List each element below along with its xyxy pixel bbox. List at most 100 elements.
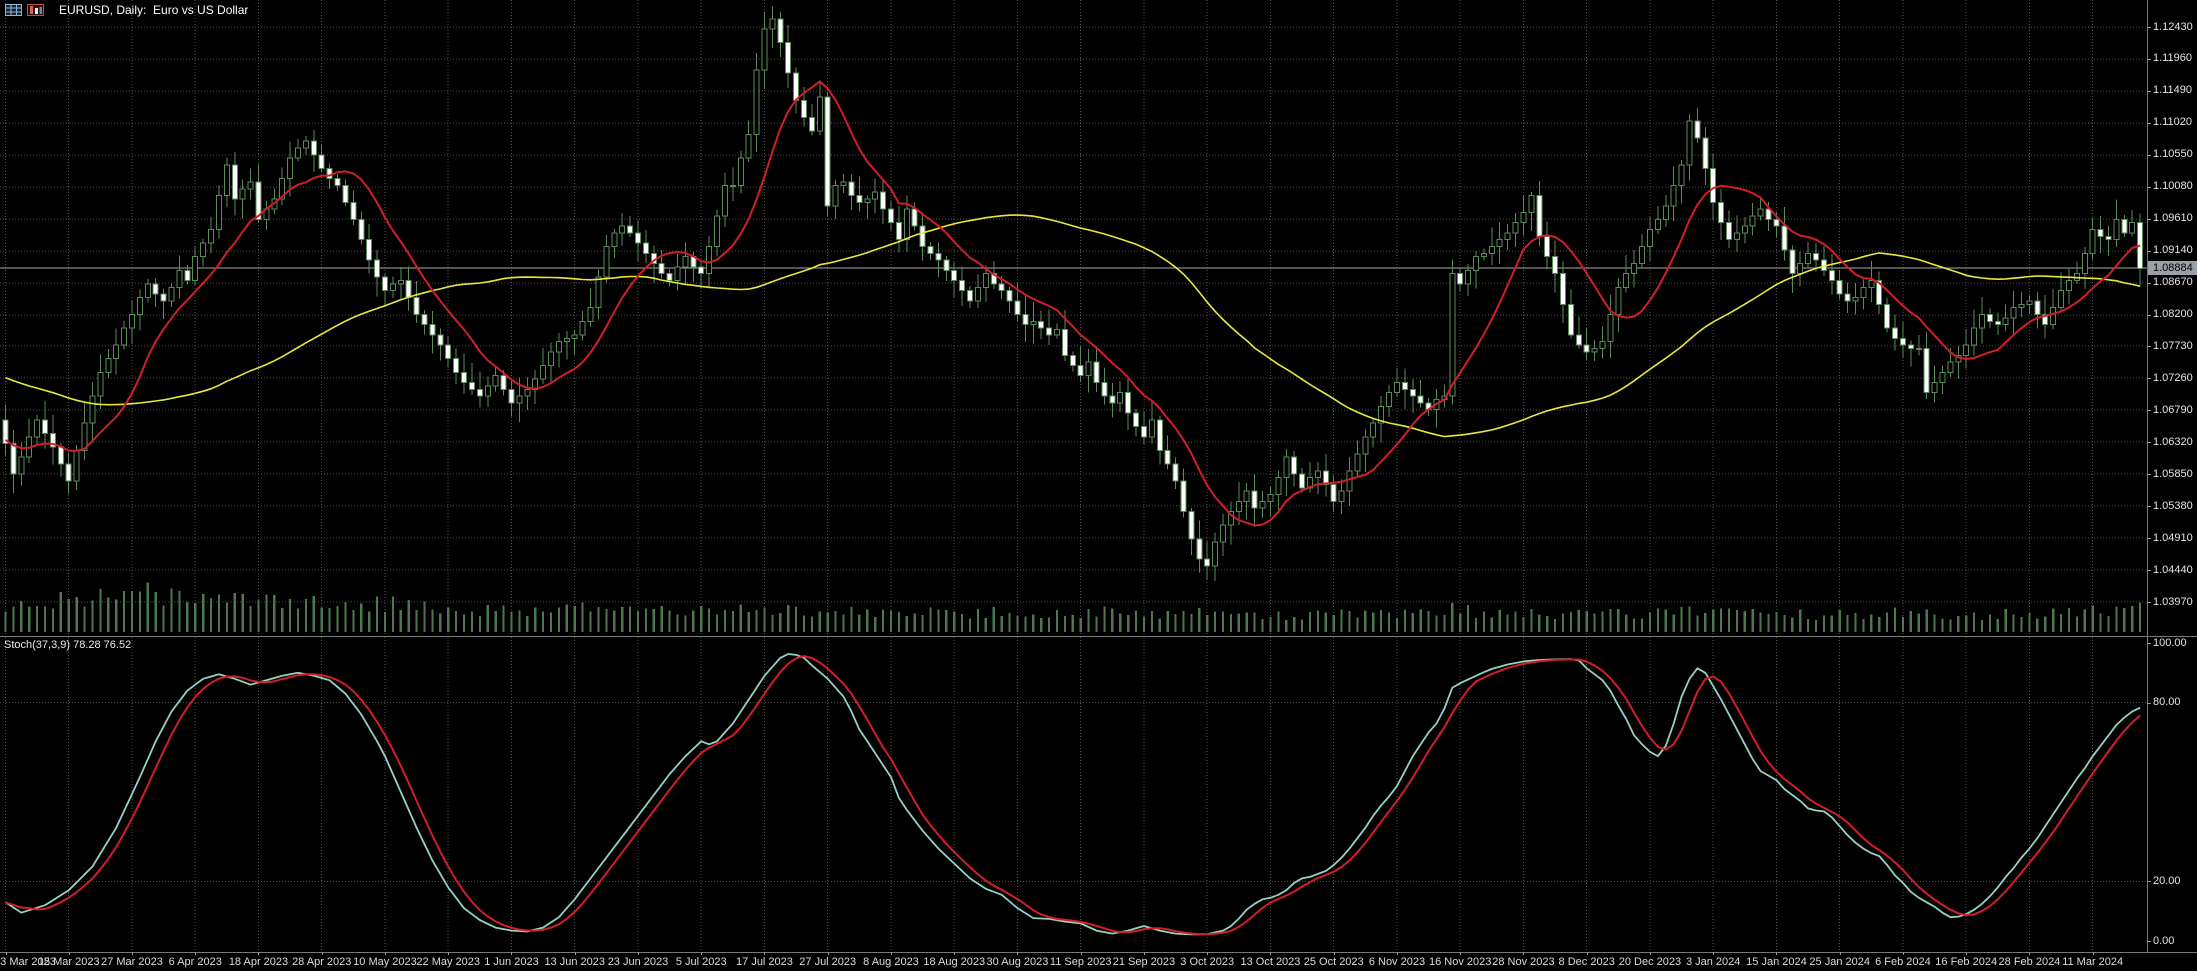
date-label: 8 Dec 2023 bbox=[1558, 956, 1615, 968]
date-label: 28 Nov 2023 bbox=[1492, 956, 1555, 968]
price-axis-label: 1.11960 bbox=[2153, 52, 2192, 65]
price-axis-tick bbox=[2147, 570, 2151, 572]
price-axis-label: 1.12430 bbox=[2153, 20, 2193, 33]
candlestick-chart-icon[interactable] bbox=[27, 4, 44, 16]
price-axis-label: 1.10550 bbox=[2153, 148, 2193, 161]
date-tick bbox=[1270, 952, 1272, 955]
stoch-axis-label: 100.00 bbox=[2153, 636, 2187, 649]
date-tick bbox=[1586, 952, 1588, 955]
date-label: 16 Nov 2023 bbox=[1429, 956, 1492, 968]
date-label: 23 Jun 2023 bbox=[607, 956, 669, 968]
price-axis-line bbox=[2147, 0, 2148, 952]
stoch-axis-tick bbox=[2147, 643, 2151, 644]
stoch-axis-tick bbox=[2147, 941, 2151, 942]
date-label: 6 Apr 2023 bbox=[168, 956, 222, 968]
price-axis-label: 1.06790 bbox=[2153, 403, 2193, 416]
stoch-axis-tick bbox=[2147, 702, 2151, 704]
date-label: 15 Mar 2023 bbox=[37, 956, 100, 968]
date-tick bbox=[637, 952, 639, 955]
date-tick bbox=[448, 952, 450, 955]
chart-window: EURUSD, Daily: Euro vs US Dollar Stoch(3… bbox=[0, 0, 2197, 971]
stoch-axis-tick bbox=[2147, 881, 2151, 883]
price-axis-tick bbox=[2147, 186, 2151, 188]
date-tick bbox=[764, 952, 766, 955]
price-axis-label: 1.06320 bbox=[2153, 435, 2193, 448]
price-axis-tick bbox=[2147, 474, 2151, 476]
date-tick bbox=[1649, 952, 1651, 955]
price-axis-label: 1.04440 bbox=[2153, 563, 2193, 576]
date-tick bbox=[131, 952, 133, 955]
date-tick bbox=[1207, 952, 1209, 955]
price-axis-tick bbox=[2147, 282, 2151, 284]
price-axis-tick bbox=[2147, 506, 2151, 508]
price-axis-tick bbox=[2147, 378, 2151, 380]
date-label: 17 Jul 2023 bbox=[736, 956, 793, 968]
stochastic-label: Stoch(37,3,9) 78.28 76.52 bbox=[4, 639, 132, 651]
date-tick bbox=[511, 952, 513, 955]
date-tick bbox=[1460, 952, 1462, 955]
date-label: 5 Jul 2023 bbox=[675, 956, 727, 968]
date-label: 18 Apr 2023 bbox=[228, 956, 289, 968]
date-label: 25 Oct 2023 bbox=[1303, 956, 1364, 968]
date-label: 3 Oct 2023 bbox=[1180, 956, 1235, 968]
price-axis-label: 1.09610 bbox=[2153, 212, 2193, 225]
date-label: 20 Dec 2023 bbox=[1618, 956, 1682, 968]
date-label: 18 Aug 2023 bbox=[923, 956, 986, 968]
date-label: 27 Mar 2023 bbox=[101, 956, 163, 968]
date-tick bbox=[1080, 952, 1082, 955]
date-label: 27 Jul 2023 bbox=[799, 956, 857, 968]
date-label: 11 Sep 2023 bbox=[1049, 956, 1112, 968]
time-axis-line bbox=[0, 952, 2197, 953]
date-tick bbox=[1713, 952, 1715, 955]
chart-title: EURUSD, Daily: Euro vs US Dollar bbox=[59, 3, 249, 17]
date-label: 28 Apr 2023 bbox=[292, 956, 352, 968]
price-axis-label: 1.03970 bbox=[2153, 595, 2193, 608]
date-tick bbox=[1523, 952, 1525, 955]
date-tick bbox=[1396, 952, 1398, 955]
date-tick bbox=[384, 952, 386, 955]
grid-icon[interactable] bbox=[5, 4, 22, 16]
date-tick bbox=[827, 952, 829, 955]
price-axis-tick bbox=[2147, 90, 2151, 92]
date-label: 22 May 2023 bbox=[416, 956, 481, 968]
date-label: 3 Jan 2024 bbox=[1685, 956, 1741, 968]
current-price-box: 1.08884 bbox=[2148, 261, 2197, 275]
date-label: 1 Jun 2023 bbox=[484, 956, 539, 968]
date-tick bbox=[1776, 952, 1778, 955]
date-label: 25 Jan 2024 bbox=[1809, 956, 1870, 968]
date-tick bbox=[890, 952, 892, 955]
date-tick bbox=[1902, 952, 1904, 955]
price-axis-tick bbox=[2147, 314, 2151, 316]
price-axis-label: 1.07730 bbox=[2153, 339, 2193, 352]
price-axis-tick bbox=[2147, 442, 2151, 444]
stochastic-chart[interactable] bbox=[0, 637, 2147, 952]
date-label: 13 Oct 2023 bbox=[1240, 956, 1301, 968]
date-tick bbox=[701, 952, 703, 955]
date-tick bbox=[1333, 952, 1335, 955]
date-tick bbox=[68, 952, 70, 955]
date-label: 13 Jun 2023 bbox=[544, 956, 605, 968]
date-tick bbox=[1143, 952, 1145, 955]
price-axis-tick bbox=[2147, 538, 2151, 540]
price-axis-label: 1.09140 bbox=[2153, 244, 2193, 257]
date-label: 16 Feb 2024 bbox=[1935, 956, 1998, 968]
price-axis-label: 1.11020 bbox=[2153, 116, 2192, 129]
date-tick bbox=[1839, 952, 1841, 955]
chart-title-bar: EURUSD, Daily: Euro vs US Dollar bbox=[5, 3, 248, 17]
price-axis-tick bbox=[2147, 346, 2151, 348]
panel-separator[interactable] bbox=[0, 636, 2197, 637]
date-label: 15 Jan 2024 bbox=[1746, 956, 1807, 968]
date-tick bbox=[5, 952, 7, 955]
stoch-axis-label: 0.00 bbox=[2153, 934, 2175, 947]
price-chart[interactable] bbox=[0, 0, 2147, 636]
price-axis-label: 1.05850 bbox=[2153, 467, 2193, 480]
date-label: 8 Aug 2023 bbox=[863, 956, 919, 968]
price-axis-label: 1.08670 bbox=[2153, 276, 2193, 289]
date-label: 30 Aug 2023 bbox=[986, 956, 1049, 968]
price-axis-label: 1.08200 bbox=[2153, 308, 2193, 320]
price-axis-tick bbox=[2147, 250, 2151, 252]
price-axis-label: 1.05380 bbox=[2153, 499, 2193, 512]
price-axis-tick bbox=[2147, 122, 2151, 124]
date-tick bbox=[2092, 952, 2094, 955]
price-axis-tick bbox=[2147, 154, 2151, 156]
